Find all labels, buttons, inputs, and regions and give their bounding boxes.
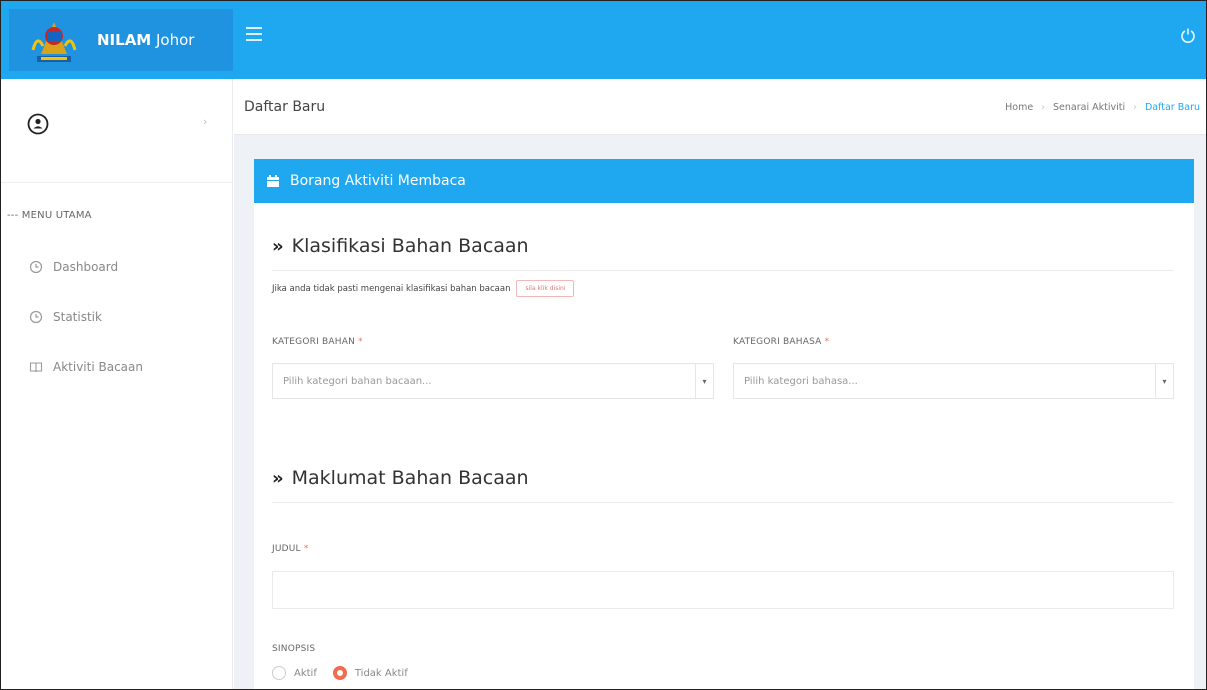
judul-label: JUDUL * [272, 544, 309, 554]
click-here-button[interactable]: sila klik disini [516, 280, 575, 297]
label-text: JUDUL [272, 544, 301, 554]
menu-section-title: --- MENU UTAMA [7, 210, 92, 221]
sidebar: › --- MENU UTAMA Dashboard Statistik Akt… [1, 79, 233, 689]
brand-text: NILAM Johor [97, 31, 194, 49]
brand-name-bold: NILAM [97, 31, 152, 49]
kategori-bahan-label: KATEGORI BAHAN * [272, 337, 363, 347]
brand-name-rest: Johor [151, 31, 195, 49]
sidebar-item-aktiviti-bacaan[interactable]: Aktiviti Bacaan [29, 360, 143, 374]
sidebar-item-statistik[interactable]: Statistik [29, 310, 102, 324]
label-text: KATEGORI BAHAN [272, 337, 356, 347]
calendar-icon [267, 175, 279, 187]
power-icon[interactable] [1180, 27, 1196, 43]
card-header: Borang Aktiviti Membaca [254, 159, 1194, 203]
status-radio-group: Aktif Tidak Aktif [272, 666, 408, 680]
clock-icon [29, 260, 43, 274]
radio-label-aktif[interactable]: Aktif [294, 668, 317, 679]
kategori-bahasa-select[interactable]: Pilih kategori bahasa... ▾ [733, 363, 1174, 399]
required-mark: * [824, 337, 830, 347]
radio-aktif[interactable] [272, 666, 286, 680]
user-circle-icon [27, 113, 49, 135]
radio-label-tidak-aktif[interactable]: Tidak Aktif [355, 668, 408, 679]
chevron-right-icon[interactable]: › [203, 115, 207, 128]
required-mark: * [303, 544, 309, 554]
caret-down-icon[interactable]: ▾ [1155, 364, 1173, 398]
double-chevron-right-icon: » [272, 235, 284, 257]
breadcrumb-senarai-aktiviti[interactable]: Senarai Aktiviti [1053, 102, 1125, 113]
select-placeholder: Pilih kategori bahasa... [744, 375, 858, 387]
caret-down-icon[interactable]: ▾ [695, 364, 713, 398]
card-title: Borang Aktiviti Membaca [290, 173, 466, 189]
required-mark: * [358, 337, 363, 347]
app-window: NILAM Johor › --- MENU UTAMA Dashboard S… [0, 0, 1207, 690]
breadcrumb: Home › Senarai Aktiviti › Daftar Baru [1005, 102, 1200, 113]
radio-tidak-aktif[interactable] [332, 666, 347, 680]
section-title-maklumat: » Maklumat Bahan Bacaan [272, 467, 529, 489]
topbar: NILAM Johor [1, 1, 1206, 79]
divider [272, 270, 1174, 271]
kategori-bahan-select[interactable]: Pilih kategori bahan bacaan... ▾ [272, 363, 714, 399]
page-title: Daftar Baru [244, 99, 326, 115]
crest-logo-icon [31, 22, 77, 62]
clock-icon [29, 310, 43, 324]
breadcrumb-separator-icon: › [1041, 102, 1046, 113]
brand[interactable]: NILAM Johor [9, 9, 233, 71]
section-title-klasifikasi: » Klasifikasi Bahan Bacaan [272, 235, 529, 257]
label-text: KATEGORI BAHASA [733, 337, 822, 347]
divider [272, 502, 1174, 503]
menu-toggle-icon[interactable] [246, 27, 262, 41]
breadcrumb-home[interactable]: Home [1005, 102, 1033, 113]
section-title-text: Klasifikasi Bahan Bacaan [291, 235, 529, 257]
sidebar-item-label: Dashboard [53, 260, 119, 274]
sidebar-item-label: Statistik [53, 310, 102, 324]
double-chevron-right-icon: » [272, 467, 284, 489]
classification-hint: Jika anda tidak pasti mengenai klasifika… [272, 280, 575, 297]
select-placeholder: Pilih kategori bahan bacaan... [283, 375, 432, 387]
section-title-text: Maklumat Bahan Bacaan [291, 467, 529, 489]
page-header: Daftar Baru Home › Senarai Aktiviti › Da… [234, 79, 1206, 135]
judul-input[interactable] [272, 571, 1174, 609]
form-card: Borang Aktiviti Membaca » Klasifikasi Ba… [254, 159, 1194, 689]
user-panel[interactable]: › [1, 79, 232, 183]
book-icon [29, 362, 43, 373]
sidebar-item-dashboard[interactable]: Dashboard [29, 260, 118, 274]
hint-text: Jika anda tidak pasti mengenai klasifika… [272, 283, 511, 294]
breadcrumb-current: Daftar Baru [1144, 102, 1200, 113]
kategori-bahasa-label: KATEGORI BAHASA * [733, 337, 829, 347]
sidebar-item-label: Aktiviti Bacaan [53, 360, 143, 374]
breadcrumb-separator-icon: › [1133, 102, 1137, 113]
main-content: Daftar Baru Home › Senarai Aktiviti › Da… [234, 79, 1206, 689]
sinopsis-label: SINOPSIS [272, 644, 316, 654]
